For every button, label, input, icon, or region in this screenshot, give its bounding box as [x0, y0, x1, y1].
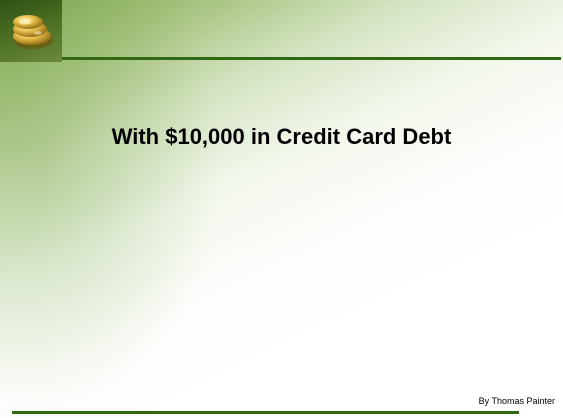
bottom-divider-line: [12, 411, 519, 414]
slide-title: With $10,000 in Credit Card Debt: [111, 124, 452, 149]
gold-coins-graphic: [13, 15, 53, 49]
slide: With $10,000 in Credit Card Debt By Thom…: [0, 0, 563, 418]
gold-coins-icon: [0, 0, 62, 62]
author-credit: By Thomas Painter: [478, 396, 555, 406]
background-glow: [0, 0, 563, 418]
top-divider-line: [62, 57, 561, 60]
